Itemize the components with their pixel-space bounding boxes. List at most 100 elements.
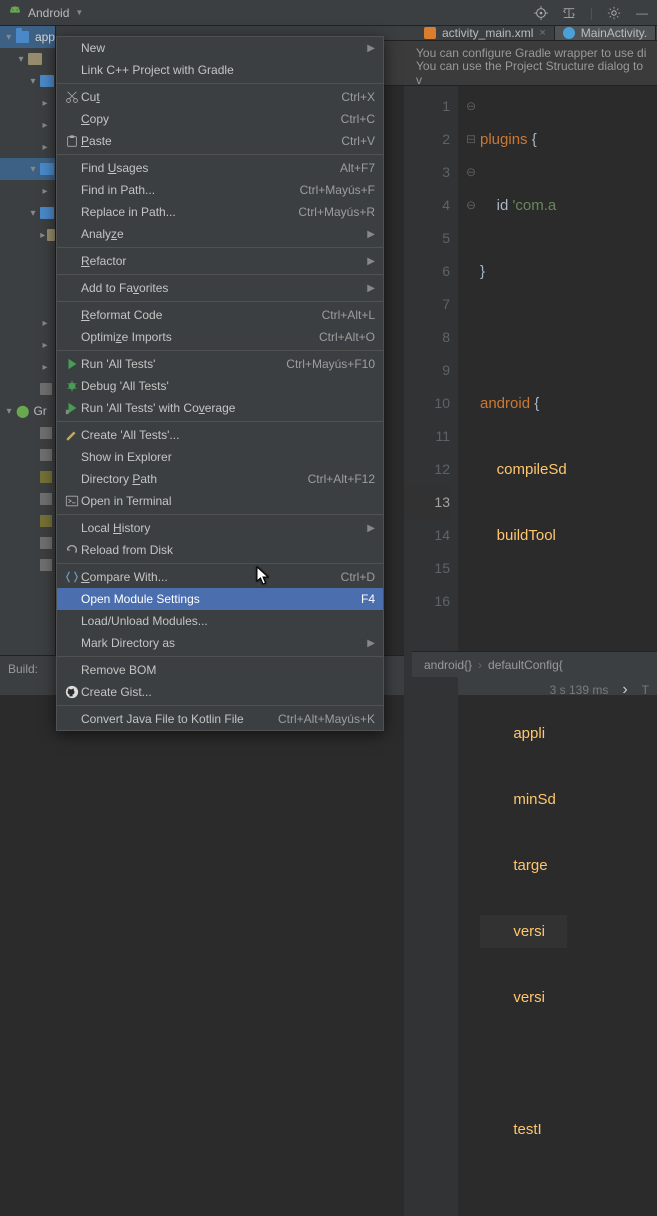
build-timing: 3 s 139 ms — [550, 683, 609, 697]
code-line[interactable]: minSd — [480, 783, 567, 816]
menu-item[interactable]: Find Usages Alt+F7 — [57, 157, 383, 179]
menu-item[interactable]: Local History ▶ — [57, 517, 383, 539]
menu-item[interactable]: New ▶ — [57, 37, 383, 59]
code-line[interactable]: buildTool — [480, 519, 567, 552]
split-icon[interactable] — [562, 6, 576, 20]
xml-file-icon — [424, 27, 436, 39]
code-line[interactable]: testI — [480, 1113, 567, 1146]
menu-item[interactable]: Open in Terminal — [57, 490, 383, 512]
tree-node[interactable] — [0, 532, 55, 554]
menu-label: Directory Path — [81, 472, 308, 486]
tree-node[interactable] — [0, 554, 55, 576]
tree-node[interactable] — [0, 378, 55, 400]
menu-item[interactable]: Run 'All Tests' Ctrl+Mayús+F10 — [57, 353, 383, 375]
tree-gradle-node[interactable]: ▾⬤Gr — [0, 400, 55, 422]
menu-shortcut: Ctrl+Alt+Mayús+K — [278, 712, 375, 726]
toolbar-module-selector[interactable]: Android ▼ — [8, 6, 83, 20]
menu-item[interactable]: Show in Explorer — [57, 446, 383, 468]
close-icon[interactable]: × — [539, 27, 545, 39]
code-line[interactable]: plugins { — [480, 123, 567, 156]
module-label: Android — [28, 6, 69, 20]
menu-item[interactable]: Run 'All Tests' with Coverage — [57, 397, 383, 419]
breadcrumb-seg[interactable]: defaultConfig{ — [488, 658, 563, 672]
chevron-down-icon: ▼ — [75, 8, 83, 17]
code-line[interactable] — [480, 585, 567, 618]
menu-item[interactable]: Convert Java File to Kotlin File Ctrl+Al… — [57, 708, 383, 730]
code-line[interactable]: versi — [480, 981, 567, 1014]
menu-item[interactable]: Link C++ Project with Gradle — [57, 59, 383, 81]
menu-item[interactable]: Cut Ctrl+X — [57, 86, 383, 108]
chevron-right-icon: › — [478, 658, 482, 672]
menu-item[interactable]: Load/Unload Modules... — [57, 610, 383, 632]
collapse-icon[interactable]: — — [635, 6, 649, 20]
tree-node[interactable] — [0, 466, 55, 488]
menu-item[interactable]: Paste Ctrl+V — [57, 130, 383, 152]
tree-node[interactable]: ▾ — [0, 202, 55, 224]
code-line[interactable] — [480, 321, 567, 354]
code-line[interactable]: targe — [480, 849, 567, 882]
menu-label: Link C++ Project with Gradle — [81, 63, 375, 77]
code-line[interactable]: appli — [480, 717, 567, 750]
chevron-right-icon: ▶ — [367, 283, 375, 294]
tree-app-node[interactable]: ▾ app — [0, 26, 55, 48]
debug-icon — [63, 379, 81, 393]
menu-label: Remove BOM — [81, 663, 375, 677]
menu-label: Run 'All Tests' — [81, 357, 286, 371]
menu-item[interactable]: Compare With... Ctrl+D — [57, 566, 383, 588]
menu-label: Copy — [81, 112, 341, 126]
tree-node[interactable] — [0, 422, 55, 444]
tree-node[interactable]: ▸ — [0, 136, 55, 158]
tab-label: MainActivity. — [581, 26, 647, 40]
menu-item[interactable]: Remove BOM — [57, 659, 383, 681]
tree-node[interactable]: ▾ — [0, 70, 55, 92]
tab-label: activity_main.xml — [442, 26, 533, 40]
tree-node[interactable]: ▸ — [0, 312, 55, 334]
gear-icon[interactable] — [607, 6, 621, 20]
menu-shortcut: Ctrl+Alt+F12 — [308, 472, 375, 486]
tree-node[interactable] — [0, 488, 55, 510]
menu-item[interactable]: Find in Path... Ctrl+Mayús+F — [57, 179, 383, 201]
menu-item[interactable]: Add to Favorites ▶ — [57, 277, 383, 299]
tree-node[interactable]: ▸ — [0, 92, 55, 114]
code-line[interactable]: versi — [480, 915, 567, 948]
menu-item[interactable]: Reformat Code Ctrl+Alt+L — [57, 304, 383, 326]
code-line[interactable]: } — [480, 255, 567, 288]
breadcrumb-seg[interactable]: android{} — [424, 658, 472, 672]
code-line[interactable]: android { — [480, 387, 567, 420]
expand-arrow-icon[interactable]: › — [622, 681, 627, 699]
menu-item[interactable]: Create 'All Tests'... — [57, 424, 383, 446]
code-line[interactable] — [480, 1047, 567, 1080]
tab-main-activity[interactable]: MainActivity. — [555, 26, 656, 40]
menu-item[interactable]: Copy Ctrl+C — [57, 108, 383, 130]
menu-item[interactable]: Mark Directory as ▶ — [57, 632, 383, 654]
tree-node[interactable]: ▾ — [0, 48, 55, 70]
folder-icon — [40, 383, 52, 395]
target-icon[interactable] — [534, 6, 548, 20]
tree-node[interactable] — [0, 510, 55, 532]
menu-item[interactable]: Refactor ▶ — [57, 250, 383, 272]
code-line[interactable]: id 'com.a — [480, 189, 567, 222]
menu-separator — [57, 83, 383, 84]
tab-activity-main[interactable]: activity_main.xml × — [416, 26, 555, 40]
menu-item[interactable]: Optimize Imports Ctrl+Alt+O — [57, 326, 383, 348]
menu-item[interactable]: Analyze ▶ — [57, 223, 383, 245]
tree-label: app — [35, 30, 55, 44]
chevron-down-icon: ▾ — [4, 32, 14, 43]
tree-node[interactable]: ▸ — [0, 334, 55, 356]
tree-node[interactable]: ▸ — [0, 180, 55, 202]
menu-label: Create 'All Tests'... — [81, 428, 375, 442]
menu-item[interactable]: Replace in Path... Ctrl+Mayús+R — [57, 201, 383, 223]
menu-item[interactable]: Debug 'All Tests' — [57, 375, 383, 397]
menu-item[interactable]: Open Module Settings F4 — [57, 588, 383, 610]
tree-node[interactable]: ▸ — [0, 224, 55, 246]
tree-node[interactable]: ▸ — [0, 114, 55, 136]
hint-text[interactable]: You can use the Project Structure dialog… — [416, 63, 649, 83]
menu-item[interactable]: Reload from Disk — [57, 539, 383, 561]
tree-node[interactable]: ▸ — [0, 356, 55, 378]
menu-item[interactable]: Create Gist... — [57, 681, 383, 703]
tree-node[interactable] — [0, 444, 55, 466]
tree-node[interactable]: ▾ — [0, 158, 55, 180]
code-line[interactable]: compileSd — [480, 453, 567, 486]
menu-item[interactable]: Directory Path Ctrl+Alt+F12 — [57, 468, 383, 490]
kotlin-file-icon — [563, 27, 575, 39]
